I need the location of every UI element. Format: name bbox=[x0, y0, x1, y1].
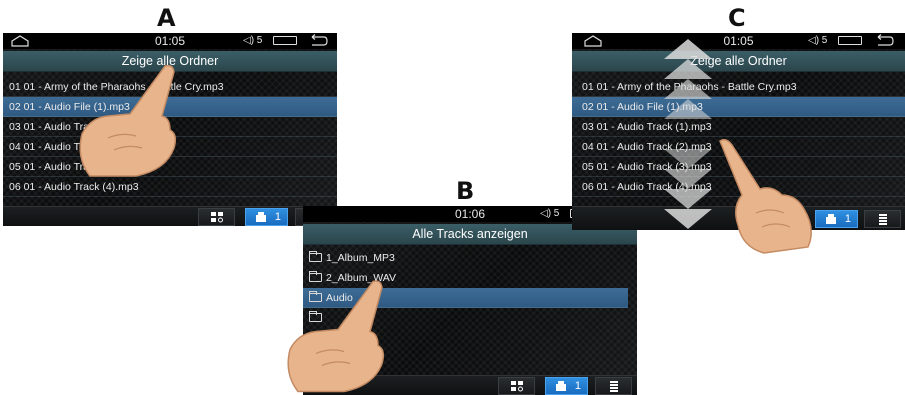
battery-icon bbox=[273, 36, 297, 45]
battery-icon bbox=[838, 36, 862, 45]
track-row-selected[interactable]: 02 01 - Audio File (1).mp3 bbox=[572, 97, 905, 117]
folder-label: 1_Album_MP3 bbox=[326, 252, 395, 264]
label-c: C bbox=[728, 4, 746, 32]
status-bar: 01:05 ◁) 5 bbox=[3, 33, 337, 49]
track-row[interactable]: 03 01 - Audio Track (1).mp3 bbox=[572, 117, 905, 137]
label-b: B bbox=[456, 177, 475, 205]
usb-button[interactable]: 1 bbox=[245, 208, 288, 226]
grid-icon bbox=[511, 381, 523, 392]
equalizer-button[interactable] bbox=[595, 377, 632, 395]
track-row[interactable]: 06 01 - Audio Track (4).mp3 bbox=[3, 177, 337, 197]
equalizer-icon bbox=[610, 381, 618, 392]
scroll-down-arrows bbox=[664, 149, 712, 229]
back-icon[interactable] bbox=[874, 34, 894, 47]
usb-count: 1 bbox=[574, 380, 581, 392]
equalizer-button[interactable] bbox=[864, 210, 901, 228]
usb-count: 1 bbox=[844, 213, 851, 225]
volume-icon[interactable]: ◁) 5 bbox=[243, 35, 262, 46]
folder-icon bbox=[309, 251, 322, 262]
folder-row[interactable]: 1_Album_MP3 bbox=[303, 248, 637, 268]
page-title: Zeige alle Ordner bbox=[572, 51, 905, 72]
track-row[interactable]: 01 01 - Army of the Pharaohs - Battle Cr… bbox=[572, 77, 905, 97]
usb-count: 1 bbox=[274, 211, 281, 223]
status-bar: 01:05 ◁) 5 bbox=[572, 33, 905, 49]
label-a: A bbox=[157, 4, 176, 32]
grid-button[interactable] bbox=[498, 377, 535, 395]
back-icon[interactable] bbox=[308, 34, 328, 47]
grid-button[interactable] bbox=[198, 208, 235, 226]
volume-icon[interactable]: ◁) 5 bbox=[808, 35, 827, 46]
bottom-toolbar: 1 bbox=[3, 206, 337, 226]
equalizer-icon bbox=[879, 214, 887, 225]
usb-button[interactable]: 1 bbox=[545, 377, 588, 395]
volume-icon[interactable]: ◁) 5 bbox=[540, 208, 559, 219]
usb-icon bbox=[826, 214, 836, 224]
pointing-hand bbox=[79, 64, 177, 177]
usb-icon bbox=[256, 212, 266, 222]
pointing-hand bbox=[287, 280, 385, 393]
scroll-up-arrows bbox=[664, 39, 712, 119]
pointing-hand bbox=[719, 138, 812, 254]
grid-icon bbox=[211, 212, 223, 223]
usb-icon bbox=[556, 381, 566, 391]
